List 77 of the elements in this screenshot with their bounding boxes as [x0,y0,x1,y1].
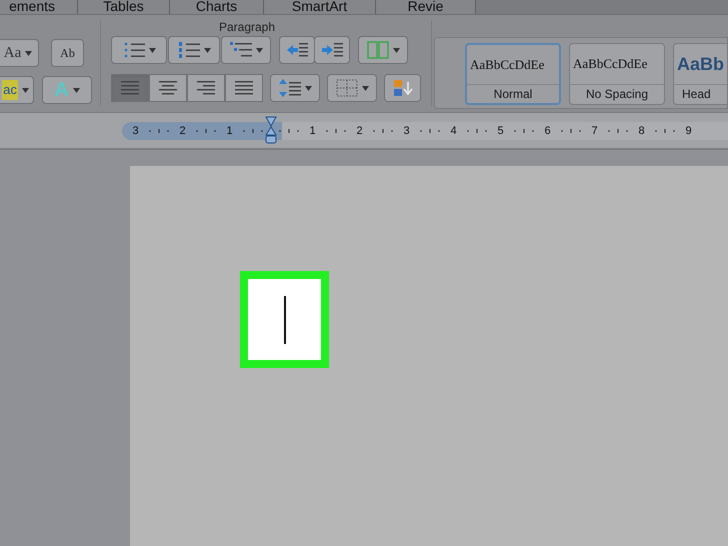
borders-grid-icon [336,79,358,97]
ruler-ticks-icon [465,128,489,134]
ribbon-tab[interactable]: ements [0,0,78,14]
align-left-icon [119,79,141,97]
ruler-ticks-icon [324,128,348,134]
ruler-number: 1 [225,124,234,139]
align-right-icon [195,79,217,97]
multilevel-button[interactable] [221,36,271,64]
outdent-arrow-icon [286,41,308,59]
sort-arrow-icon [392,79,414,97]
align-justify-icon [233,79,255,97]
style-preview-text: AaBbCcDdEe [572,55,648,74]
caret-icon [204,48,210,52]
align-justify-button[interactable] [225,74,263,102]
line-spacing-icon [278,79,300,97]
sort-button[interactable] [384,74,421,102]
ruler-number: 2 [178,124,187,139]
style-preset[interactable]: AaBbCcDdEe Normal [465,43,561,105]
ruler-number: 3 [131,124,140,139]
align-left-button[interactable] [111,74,149,102]
spacing-button[interactable] [270,74,320,102]
ruler-number: 5 [496,124,505,139]
style-preset[interactable]: AaBb Head [673,43,727,105]
bullets-button[interactable] [111,36,167,64]
list-bullets-icon [122,41,144,59]
ruler-ticks-icon [606,128,630,134]
numbering-button[interactable] [168,36,220,64]
indent-marker-icon[interactable] [265,116,277,144]
ruler-number: 7 [590,124,599,139]
list-numbers-icon [178,41,200,59]
caret-icon [22,88,29,92]
indent-button[interactable] [314,36,350,64]
ruler-number: 4 [449,124,458,139]
style-preview-text: AaBb [676,52,726,76]
clear-button[interactable]: Ab [51,39,84,67]
ruler-ticks-icon [653,128,677,134]
style-name: Head [674,84,727,104]
ribbon-tab[interactable]: Charts [170,0,264,14]
ruler-ticks-icon [559,128,583,134]
ruler-number: 3 [402,124,411,139]
ruler-ticks-icon [418,128,442,134]
caret-icon [392,48,400,52]
ruler-ticks-icon [277,128,301,134]
style-preset[interactable]: AaBbCcDdEe No Spacing [569,43,665,105]
ruler-number: 1 [308,124,317,139]
caret-icon [304,86,312,90]
ruler-ticks-icon [241,128,265,134]
style-name: No Spacing [570,84,664,104]
ribbon-tab[interactable]: SmartArt [264,0,376,14]
ruler-ticks-icon [371,128,395,134]
caret-icon [148,48,156,52]
ruler-number: 9 [684,124,693,139]
ruler-number: 6 [543,124,552,139]
align-center-icon [157,79,179,97]
ribbon-tab[interactable]: Revie [376,0,476,14]
ruler-number: 8 [637,124,646,139]
borders-button[interactable] [327,74,377,102]
indent-arrow-icon [321,41,343,59]
case-button[interactable]: Aa [0,39,39,67]
outdent-button[interactable] [279,36,315,64]
ruler-ticks-icon [512,128,536,134]
columns-icon [366,41,388,59]
highlight-button[interactable]: ac [0,76,34,104]
align-right-button[interactable] [187,74,225,102]
ruler-ticks-icon [147,128,171,134]
list-multilevel-icon [230,41,252,59]
caret-icon [362,86,368,90]
caret-icon [72,88,80,92]
style-preview-text: AaBbCcDdEe [469,56,546,74]
ruler-ticks-icon [194,128,218,134]
group-label: Paragraph [218,19,276,35]
align-center-button[interactable] [149,74,187,102]
ruler-number: 2 [355,124,364,139]
ribbon-tab[interactable]: Tables [78,0,170,14]
caret-icon [256,48,262,52]
caret-icon [25,50,32,56]
style-name: Normal [467,84,559,103]
